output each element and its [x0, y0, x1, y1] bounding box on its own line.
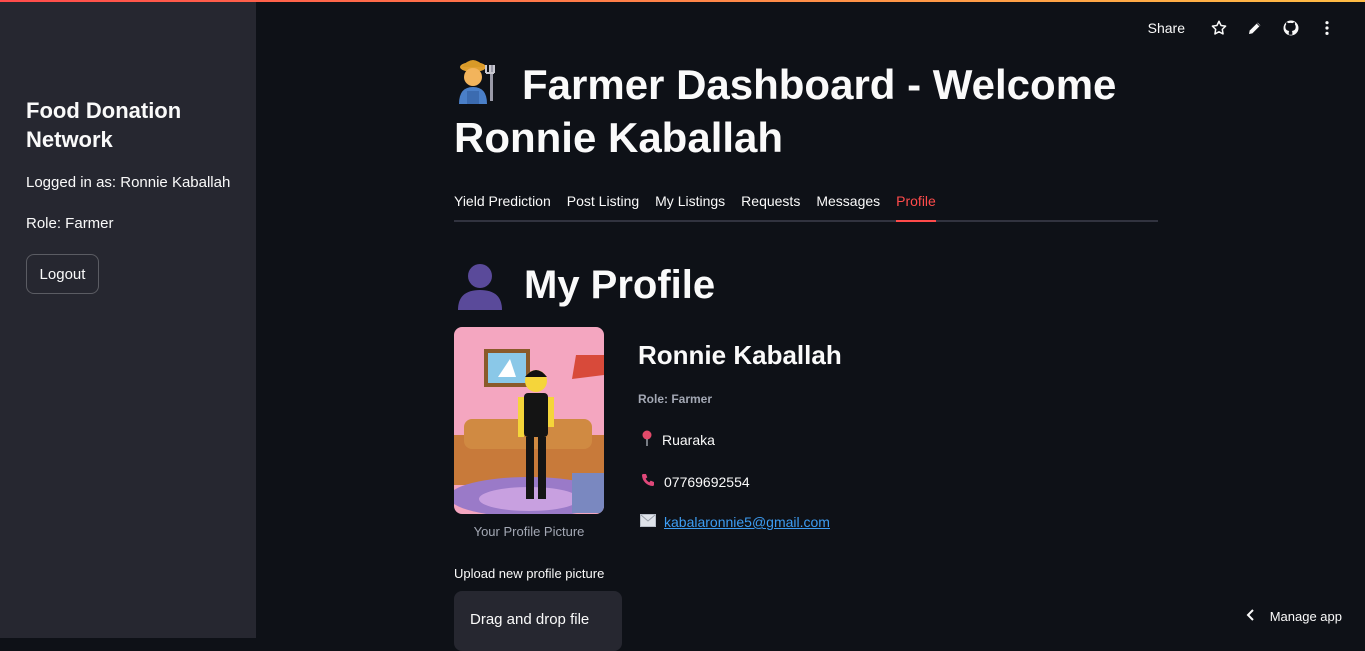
phone-row: 07769692554 — [640, 472, 750, 491]
envelope-icon — [640, 514, 656, 530]
sidebar: Food Donation Network Logged in as: Ronn… — [0, 2, 256, 638]
tab-post-listing[interactable]: Post Listing — [567, 188, 639, 222]
tab-my-listings[interactable]: My Listings — [655, 188, 725, 222]
share-button[interactable]: Share — [1148, 20, 1185, 36]
profile-heading: My Profile — [454, 258, 715, 312]
upload-label: Upload new profile picture — [454, 566, 604, 581]
logout-button[interactable]: Logout — [26, 254, 99, 294]
farmer-icon — [454, 59, 504, 105]
location-row: Ruaraka — [640, 430, 715, 449]
chevron-left-icon — [1246, 609, 1256, 624]
profile-picture-caption: Your Profile Picture — [454, 524, 604, 539]
tab-profile[interactable]: Profile — [896, 188, 936, 222]
github-icon[interactable] — [1273, 14, 1309, 42]
tab-yield-prediction[interactable]: Yield Prediction — [454, 188, 551, 222]
sidebar-title: Food Donation Network — [26, 96, 241, 154]
manage-app-label: Manage app — [1270, 609, 1342, 624]
email-link[interactable]: kabalaronnie5@gmail.com — [664, 514, 830, 530]
manage-app-button[interactable]: Manage app — [1246, 609, 1342, 624]
more-vertical-icon[interactable] — [1309, 14, 1345, 42]
email-row: kabalaronnie5@gmail.com — [640, 514, 830, 530]
role-text: Role: Farmer — [26, 215, 114, 232]
dropzone-text: Drag and drop file — [470, 611, 589, 628]
star-icon[interactable] — [1201, 14, 1237, 42]
person-silhouette-icon — [454, 260, 506, 310]
logged-in-text: Logged in as: Ronnie Kaballah — [26, 174, 230, 191]
tab-messages[interactable]: Messages — [816, 188, 880, 222]
tab-requests[interactable]: Requests — [741, 188, 800, 222]
file-dropzone[interactable]: Drag and drop file — [454, 591, 622, 651]
phone-text: 07769692554 — [664, 474, 750, 490]
profile-heading-text: My Profile — [524, 258, 715, 312]
page-title: Farmer Dashboard - Welcome Ronnie Kaball… — [454, 58, 1154, 164]
page-title-text: Farmer Dashboard - Welcome Ronnie Kaball… — [454, 61, 1116, 161]
pencil-icon[interactable] — [1237, 14, 1273, 42]
pin-icon — [640, 430, 654, 449]
phone-icon — [640, 472, 656, 491]
location-text: Ruaraka — [662, 432, 715, 448]
top-toolbar: Share — [1148, 14, 1345, 42]
profile-name: Ronnie Kaballah — [638, 340, 842, 371]
tab-bar: Yield Prediction Post Listing My Listing… — [454, 188, 1158, 222]
profile-role: Role: Farmer — [638, 392, 712, 406]
profile-picture — [454, 327, 604, 514]
